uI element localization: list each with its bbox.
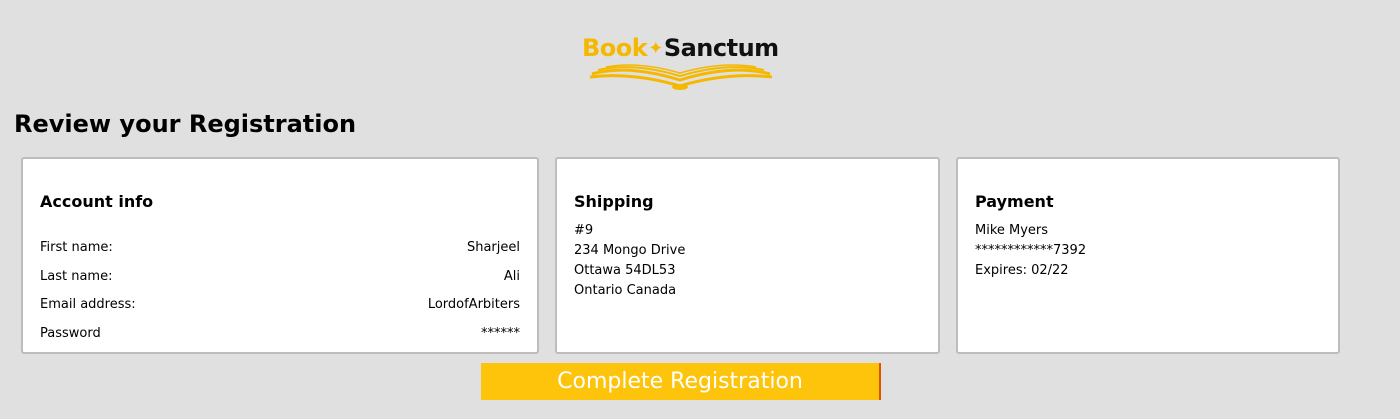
last-name-row: Last name: Ali xyxy=(40,267,520,287)
email-value: LordofArbiters xyxy=(427,297,520,312)
shipping-city-postal: Ottawa 54DL53 xyxy=(574,263,676,278)
account-info-card: Account info First name: Sharjeel Last n… xyxy=(21,157,539,354)
last-name-value: Ali xyxy=(503,269,520,284)
maple-leaf-icon: ✦ xyxy=(648,38,663,59)
last-name-label: Last name: xyxy=(40,269,113,284)
shipping-title: Shipping xyxy=(574,192,654,211)
password-value: ****** xyxy=(481,326,520,341)
logo-name-first: Book xyxy=(582,34,648,62)
shipping-unit: #9 xyxy=(574,223,594,238)
password-row: Password ****** xyxy=(40,324,520,344)
payment-card: Payment Mike Myers ************7392 Expi… xyxy=(956,157,1340,354)
card-number-masked: ************7392 xyxy=(975,243,1087,258)
card-expiry: Expires: 02/22 xyxy=(975,263,1069,278)
email-row: Email address: LordofArbiters xyxy=(40,295,520,315)
complete-registration-button[interactable]: Complete Registration xyxy=(481,363,881,400)
first-name-label: First name: xyxy=(40,240,113,255)
first-name-row: First name: Sharjeel xyxy=(40,238,520,258)
first-name-value: Sharjeel xyxy=(466,240,520,255)
password-label: Password xyxy=(40,326,101,341)
logo-name-second: Sanctum xyxy=(663,34,779,62)
email-label: Email address: xyxy=(40,297,136,312)
booksanctum-logo: Book✦Sanctum xyxy=(580,30,782,94)
account-info-title: Account info xyxy=(40,192,154,211)
shipping-street: 234 Mongo Drive xyxy=(574,243,686,258)
shipping-card: Shipping #9 234 Mongo Drive Ottawa 54DL5… xyxy=(555,157,940,354)
shipping-province-country: Ontario Canada xyxy=(574,283,677,298)
cardholder-name: Mike Myers xyxy=(975,223,1049,238)
logo-text: Book✦Sanctum xyxy=(582,34,779,65)
open-book-icon xyxy=(589,64,773,90)
registration-review-page: Book✦Sanctum Review your Registration Ac… xyxy=(0,0,1400,419)
payment-title: Payment xyxy=(975,192,1054,211)
page-title: Review your Registration xyxy=(14,110,357,138)
